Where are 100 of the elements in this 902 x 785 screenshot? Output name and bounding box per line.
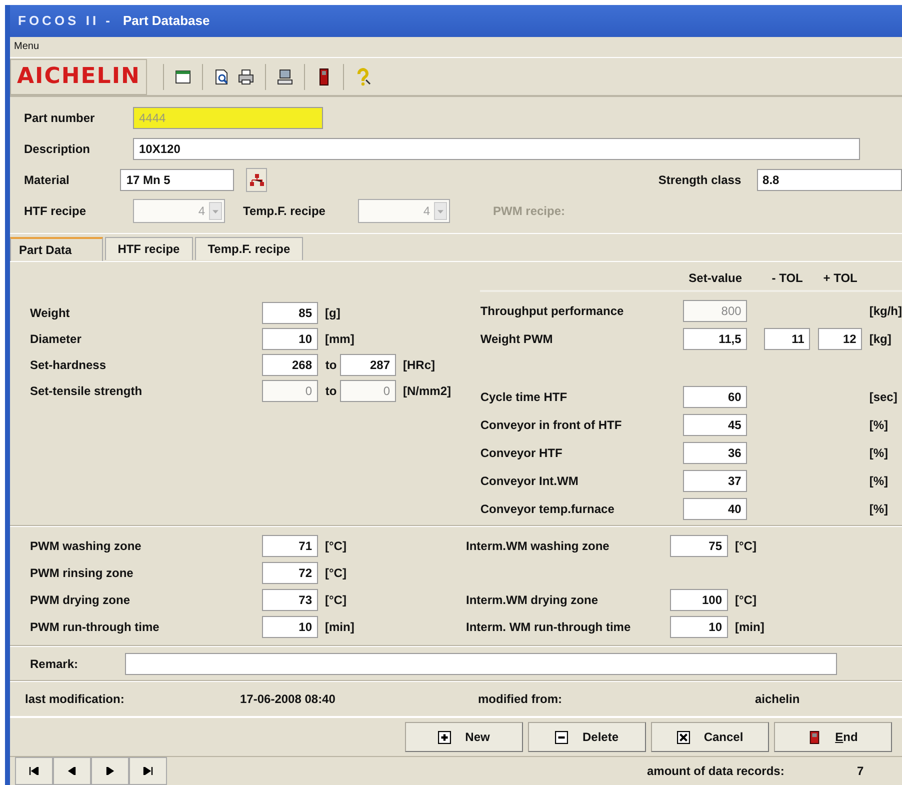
field-label: Conveyor temp.furnace [480, 502, 616, 516]
input-field[interactable]: 60 [683, 386, 748, 408]
previous-icon [67, 767, 77, 776]
field-label: modified from: [478, 692, 563, 706]
field-label: Material [24, 173, 70, 188]
field-label: Description [24, 142, 92, 156]
input-field[interactable]: 10X120 [133, 138, 860, 160]
input-field[interactable]: 75 [670, 535, 728, 558]
field-label: last modification: [25, 692, 126, 706]
unit-label: [%] [869, 418, 889, 432]
field-label: Temp.F. recipe [243, 204, 326, 218]
app-name: FOCOS II - [18, 13, 113, 28]
input-field[interactable]: 37 [683, 470, 748, 492]
field-label: Interm. WM run-through time [466, 620, 632, 634]
unit-label: [HRc] [403, 358, 435, 372]
computer-icon[interactable] [276, 68, 294, 86]
field-label: Remark: [30, 656, 78, 671]
input-field[interactable]: 12 [818, 328, 862, 350]
field-label: PWM recipe: [493, 204, 566, 218]
printer-icon[interactable] [237, 68, 256, 86]
input-field[interactable]: 40 [683, 498, 748, 520]
field-label: PWM washing zone [30, 539, 142, 554]
field-label: HTF recipe [24, 204, 88, 218]
unit-label: [%] [869, 474, 889, 488]
input-field[interactable]: 10 [262, 616, 318, 638]
window-title: Part Database [123, 13, 210, 28]
unit-label: [min] [325, 620, 354, 634]
timestamp: 17-06-2008 08:40 [240, 692, 336, 706]
input-field[interactable]: 85 [262, 302, 318, 324]
user-name: aichelin [755, 692, 800, 706]
cancel-button[interactable]: Cancel [651, 722, 769, 752]
lookup-button[interactable] [246, 168, 268, 192]
door-icon [808, 730, 822, 744]
tab[interactable]: Temp.F. recipe [194, 237, 304, 260]
input-field[interactable]: 11 [764, 328, 810, 350]
field-label: Conveyor HTF [480, 446, 564, 460]
first-icon [29, 767, 39, 776]
field-label: Weight [30, 306, 71, 320]
field-label: Cycle time HTF [480, 390, 568, 404]
field-label: Set-tensile strength [30, 384, 144, 398]
new-button[interactable]: New [405, 722, 523, 752]
unit-label: [sec] [869, 390, 898, 404]
field-label: Diameter [30, 332, 82, 346]
input-field[interactable] [125, 652, 838, 675]
unit-label: [°C] [735, 593, 756, 608]
end-button[interactable]: End [774, 722, 892, 752]
next-icon [105, 767, 115, 776]
input-field[interactable]: 45 [683, 414, 748, 436]
input-field[interactable]: 287 [340, 354, 396, 376]
minus-icon [555, 730, 568, 744]
previous-record-button[interactable] [53, 757, 91, 785]
tab[interactable]: Part Data [10, 237, 103, 262]
unit-label: [%] [869, 446, 889, 460]
next-record-button[interactable] [91, 757, 129, 785]
field-label: Interm.WM washing zone [466, 539, 610, 554]
input-field[interactable]: 10 [262, 328, 318, 350]
logo: AICHELIN [10, 58, 148, 95]
field-label: Throughput performance [480, 304, 625, 318]
record-count: 7 [857, 764, 864, 778]
hierarchy-icon [250, 174, 264, 186]
unit-label: [°C] [325, 593, 346, 608]
column-header: - TOL [770, 271, 804, 286]
close-icon [676, 730, 690, 744]
unit-label: [%] [869, 502, 889, 516]
field-label: Conveyor in front of HTF [480, 418, 623, 432]
first-record-button[interactable] [15, 757, 53, 785]
tab[interactable]: HTF recipe [104, 237, 193, 260]
unit-label: [°C] [325, 566, 346, 580]
input-field[interactable]: 10 [670, 616, 728, 638]
input-field[interactable]: 73 [262, 589, 318, 612]
field-label: PWM run-through time [30, 620, 160, 634]
unit-label: [mm] [325, 332, 354, 346]
field-label: PWM rinsing zone [30, 566, 134, 580]
last-record-button[interactable] [129, 757, 167, 785]
field-label: PWM drying zone [30, 593, 131, 608]
field-label: Strength class [658, 173, 742, 188]
record-count-label: amount of data records: [647, 764, 786, 778]
input-field[interactable]: 100 [670, 589, 728, 612]
field-label: Part number [24, 111, 96, 126]
unit-label: [g] [325, 306, 340, 320]
input-field[interactable]: 17 Mn 5 [120, 169, 234, 192]
input-field[interactable]: 36 [683, 442, 748, 464]
field-label: Set-hardness [30, 358, 108, 372]
input-field[interactable]: 11,5 [683, 328, 748, 350]
unit-label: [°C] [325, 539, 346, 554]
unit-label: [N/mm2] [403, 384, 452, 398]
field-label: Interm.WM drying zone [466, 593, 599, 608]
plus-icon [438, 730, 452, 744]
column-header: Set-value [688, 271, 743, 286]
field-label: Weight PWM [480, 332, 554, 346]
unit-label: [kg] [869, 332, 892, 346]
input-field[interactable]: 268 [262, 354, 318, 376]
window-icon[interactable] [174, 68, 192, 86]
input-field[interactable]: 8.8 [756, 169, 902, 192]
input-field[interactable]: 72 [262, 562, 318, 584]
unit-label: [°C] [735, 539, 756, 554]
column-header: + TOL [822, 271, 858, 286]
menu-item[interactable]: Menu [14, 41, 40, 52]
input-field[interactable]: 71 [262, 535, 318, 558]
delete-button[interactable]: Delete [528, 722, 646, 752]
